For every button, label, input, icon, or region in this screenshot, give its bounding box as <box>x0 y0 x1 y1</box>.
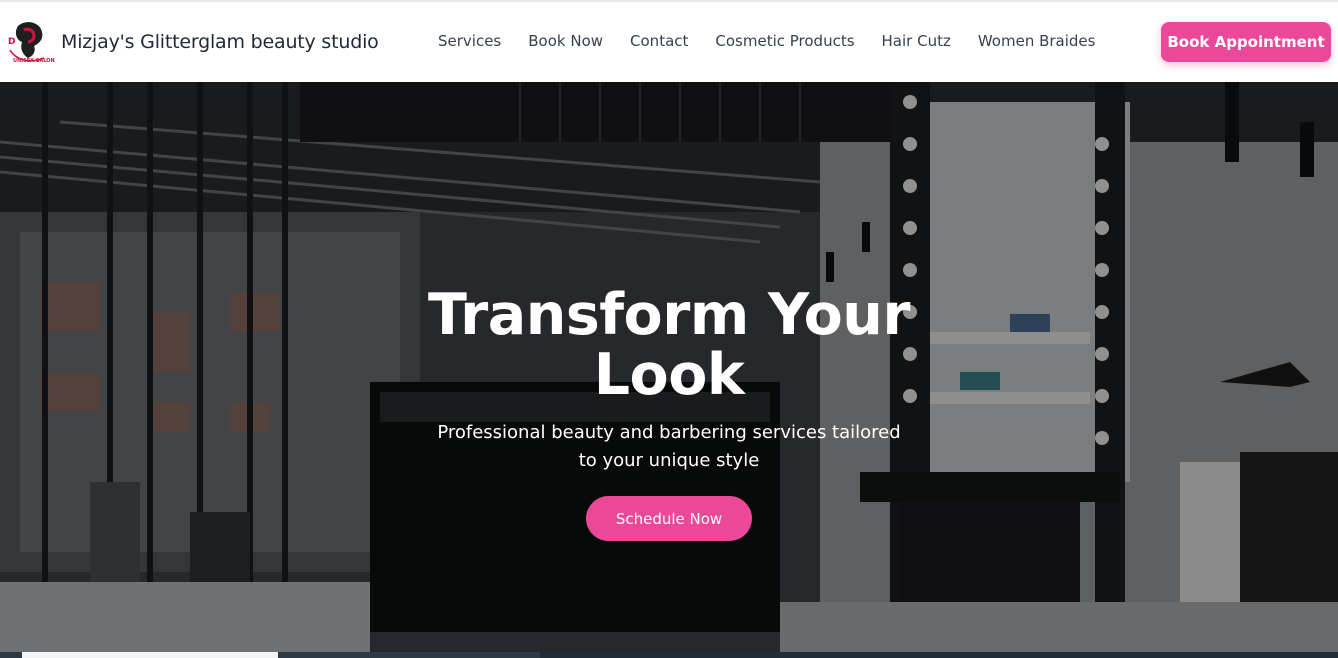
brand[interactable]: D UNISEX SALON Mizjay's Glitterglam beau… <box>4 20 379 64</box>
nav-link-cosmetic-products[interactable]: Cosmetic Products <box>715 32 854 50</box>
bottom-strip <box>0 652 1338 658</box>
navbar: D UNISEX SALON Mizjay's Glitterglam beau… <box>0 2 1338 82</box>
svg-text:D: D <box>8 37 15 47</box>
hero-title: Transform Your Look <box>428 282 910 408</box>
bottom-strip-segment <box>540 652 1338 658</box>
nav-link-contact[interactable]: Contact <box>630 32 688 50</box>
nav-link-hair-cutz[interactable]: Hair Cutz <box>882 32 951 50</box>
main-nav: Services Book Now Contact Cosmetic Produ… <box>438 32 1122 50</box>
nav-link-women-braides[interactable]: Women Braides <box>978 32 1096 50</box>
svg-text:UNISEX SALON: UNISEX SALON <box>13 58 55 64</box>
nav-link-book-now[interactable]: Book Now <box>528 32 603 50</box>
hero-subtitle: Professional beauty and barbering servic… <box>437 422 901 471</box>
salon-logo-icon[interactable]: D UNISEX SALON <box>4 20 56 64</box>
brand-name[interactable]: Mizjay's Glitterglam beauty studio <box>61 31 379 53</box>
book-appointment-button[interactable]: Book Appointment <box>1161 22 1331 62</box>
nav-link-services[interactable]: Services <box>438 32 501 50</box>
hero-content: Transform Your Look Professional beauty … <box>369 285 969 541</box>
bottom-strip-segment <box>22 652 278 658</box>
schedule-now-button[interactable]: Schedule Now <box>586 496 752 541</box>
hero-section: Transform Your Look Professional beauty … <box>0 82 1338 658</box>
